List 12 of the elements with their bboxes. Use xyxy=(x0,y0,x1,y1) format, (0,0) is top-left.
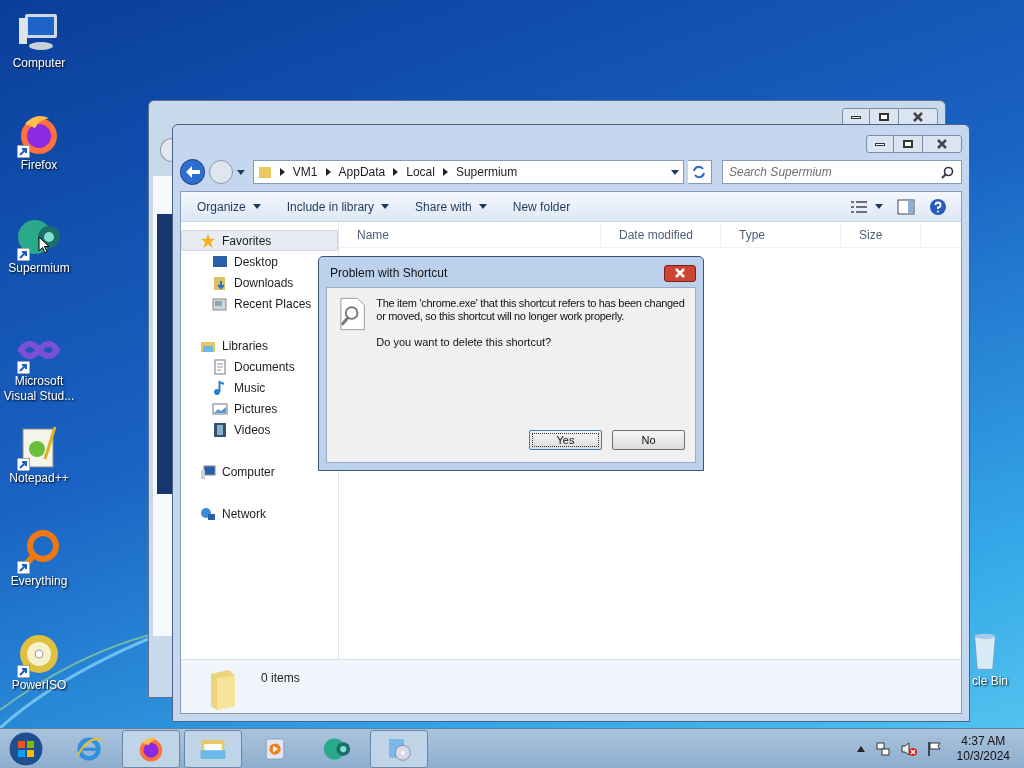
desktop-icon-label: Computer xyxy=(11,56,67,71)
desktop-icon-label: cle Bin xyxy=(972,674,1009,689)
desktop-icon-label: Everything xyxy=(9,574,69,589)
desktop-icon-label: PowerISO xyxy=(10,678,68,693)
dialog-title: Problem with Shortcut xyxy=(330,265,448,282)
dialog-message: The item 'chrome.exe' that this shortcut refers to has been changed or moved, so this shortcut will no longer work properly. xyxy=(376,297,685,323)
dialog-question: Do you want to delete this shortcut? xyxy=(376,336,553,349)
desktop-icon-label: Notepad++ xyxy=(8,471,70,486)
desktop-icon-label: Microsoft Visual Stud... xyxy=(2,374,76,404)
desktop-icon-label: Supermium xyxy=(7,261,71,276)
desktop-icon-label: Firefox xyxy=(19,158,59,173)
item-count: 0 items xyxy=(261,670,300,687)
